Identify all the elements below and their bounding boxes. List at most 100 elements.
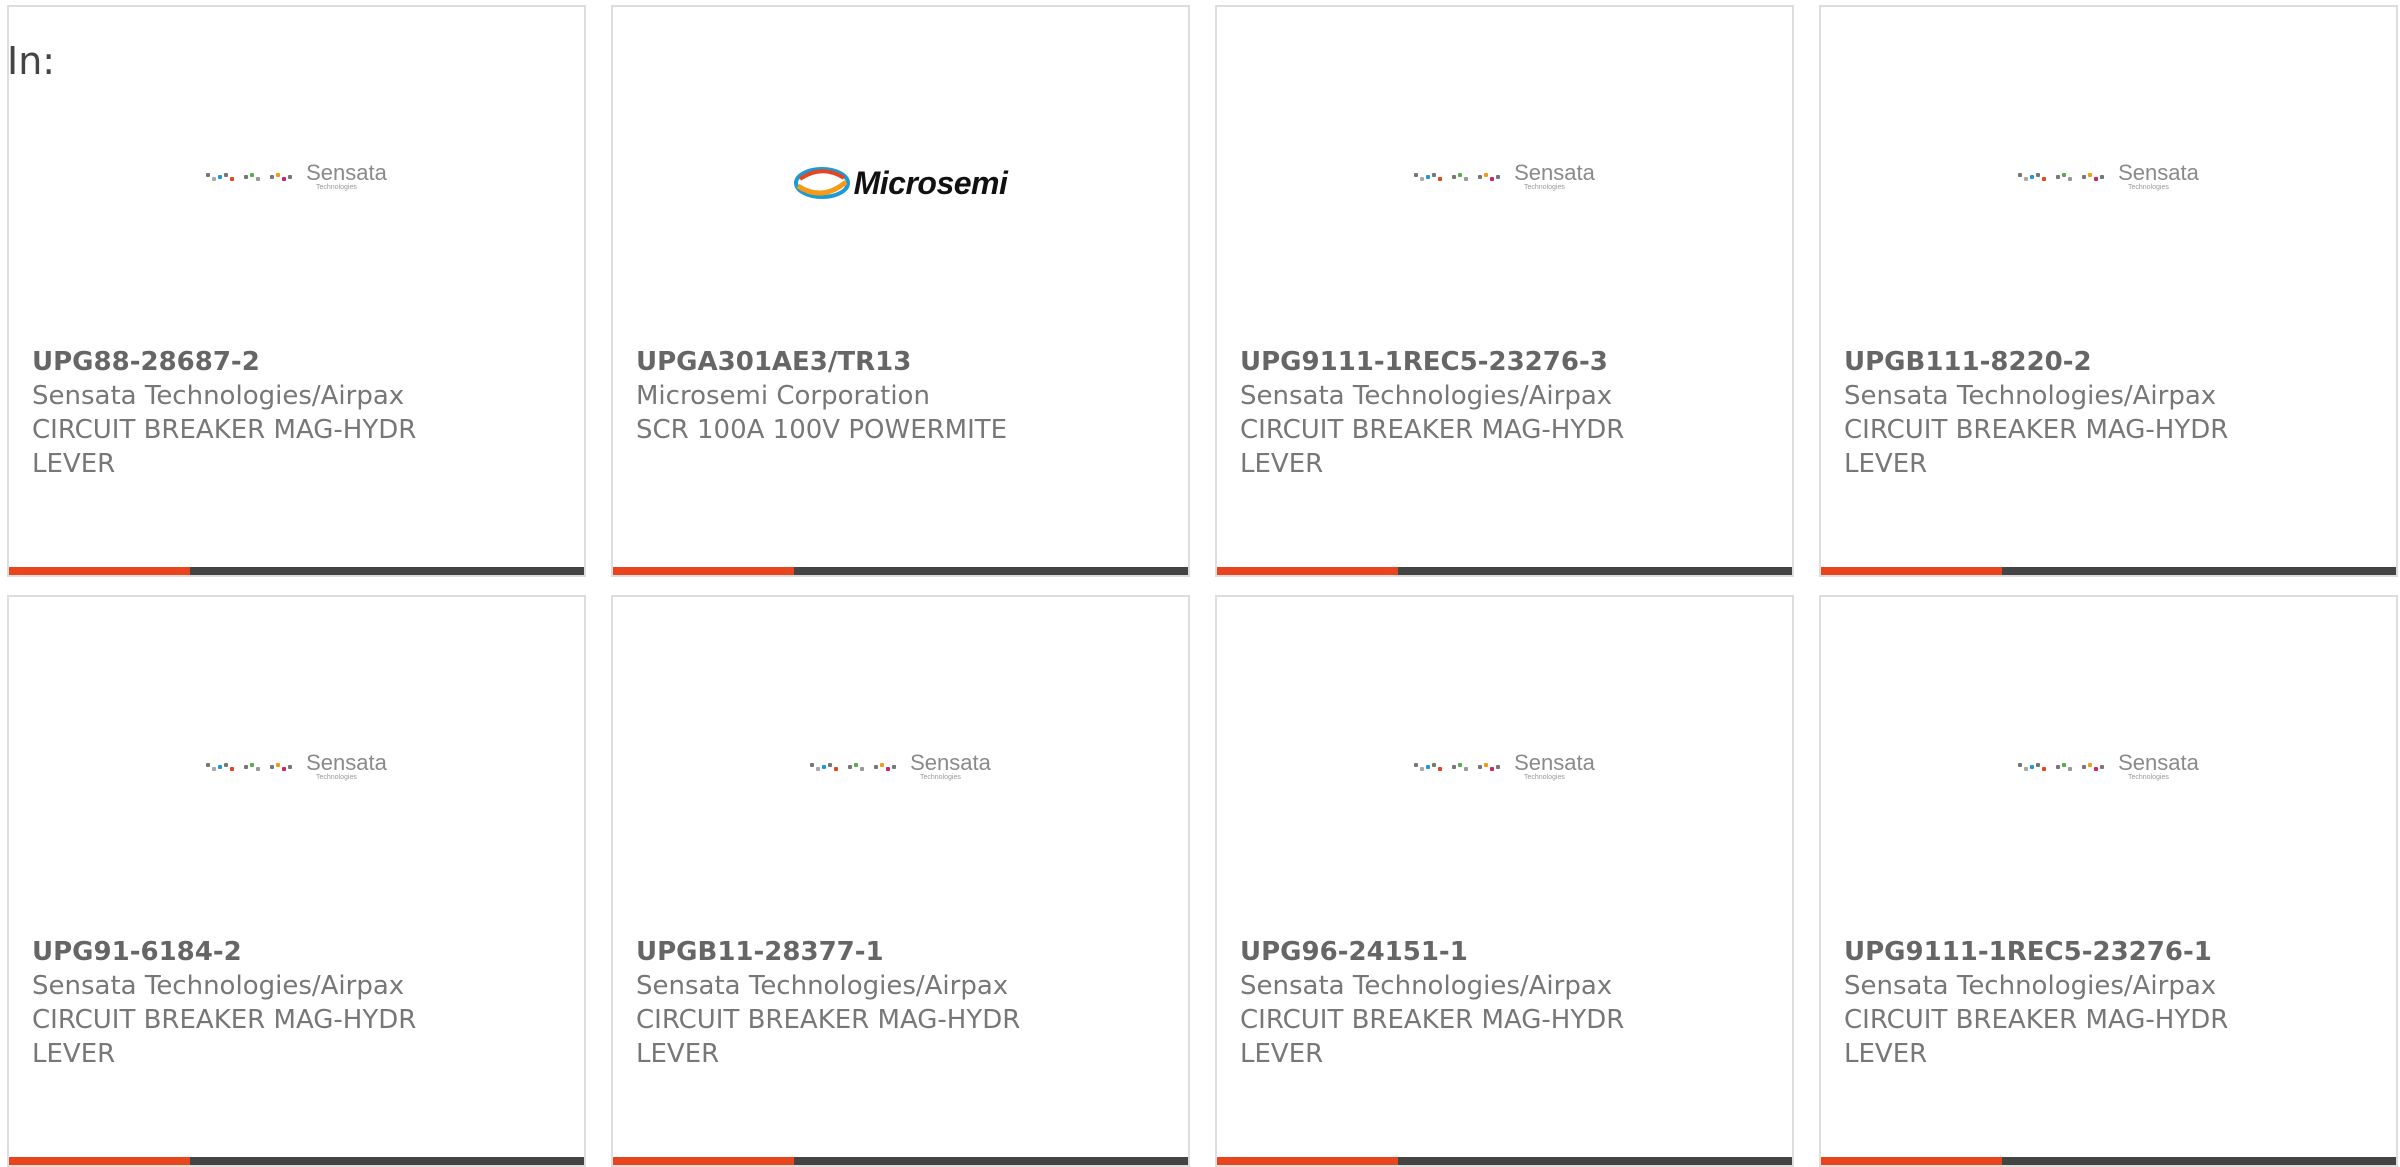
logo-dot <box>1414 763 1419 767</box>
part-number[interactable]: UPG88-28687-2 <box>32 345 564 379</box>
logo-dot <box>244 175 249 179</box>
logo-dot <box>1432 763 1437 767</box>
manufacturer-name: Sensata Technologies/Airpax <box>1844 381 2217 411</box>
sensata-logo: Sensata Technologies <box>1414 752 1595 782</box>
in-label: In: <box>7 39 56 83</box>
logo-dot <box>206 173 211 177</box>
part-number[interactable]: UPGB11-28377-1 <box>636 935 1168 969</box>
logo-dot <box>2082 765 2087 769</box>
logo-dot <box>282 767 287 771</box>
logo-dot <box>2082 175 2087 179</box>
product-description: CIRCUIT BREAKER MAG-HYDR LEVER <box>1844 1005 2229 1069</box>
product-card[interactable]: Sensata Technologies UPGB11-28377-1 Sens… <box>611 595 1190 1167</box>
logo-dot <box>2094 177 2099 181</box>
sensata-dots-icon <box>2018 763 2105 771</box>
logo-dot <box>1452 765 1457 769</box>
logo-subtext: Technologies <box>919 774 961 781</box>
logo-dot <box>834 767 839 771</box>
product-description: CIRCUIT BREAKER MAG-HYDR LEVER <box>1844 415 2229 479</box>
logo-dot <box>1426 765 1431 769</box>
manufacturer-name: Sensata Technologies/Airpax <box>1240 971 1613 1001</box>
manufacturer-logo: Sensata Technologies <box>1217 147 1792 207</box>
logo-dot <box>1496 175 1501 179</box>
manufacturer-logo: Sensata Technologies <box>613 737 1188 797</box>
logo-dot <box>1478 765 1483 769</box>
sensata-logo: Sensata Technologies <box>2018 162 2199 192</box>
logo-dot <box>1484 763 1489 767</box>
logo-dot <box>218 765 223 769</box>
logo-dot <box>256 177 261 181</box>
part-number[interactable]: UPGA301AE3/TR13 <box>636 345 1168 379</box>
part-number[interactable]: UPG9111-1REC5-23276-3 <box>1240 345 1772 379</box>
sensata-dots-icon <box>810 763 897 771</box>
card-accent-bar <box>9 1157 190 1165</box>
part-number[interactable]: UPGB111-8220-2 <box>1844 345 2376 379</box>
product-card[interactable]: Sensata Technologies UPG91-6184-2 Sensat… <box>7 595 586 1167</box>
logo-dot <box>2062 763 2067 767</box>
card-accent-bar <box>613 567 794 575</box>
logo-dot <box>1464 767 1469 771</box>
sensata-dots-icon <box>206 173 293 181</box>
logo-dot <box>1490 177 1495 181</box>
logo-subtext: Technologies <box>1523 774 1565 781</box>
card-accent-bar <box>1821 567 2002 575</box>
product-card[interactable]: Sensata Technologies UPG9111-1REC5-23276… <box>1819 595 2398 1167</box>
logo-dot <box>2030 765 2035 769</box>
logo-dot <box>816 767 821 771</box>
logo-dot <box>218 175 223 179</box>
product-description: CIRCUIT BREAKER MAG-HYDR LEVER <box>32 415 417 479</box>
logo-dot <box>2088 173 2093 177</box>
logo-subtext: Technologies <box>315 184 357 191</box>
manufacturer-logo: Sensata Technologies <box>1217 737 1792 797</box>
logo-dot <box>2018 173 2023 177</box>
logo-dot <box>828 763 833 767</box>
manufacturer-name: Sensata Technologies/Airpax <box>1844 971 2217 1001</box>
logo-dot <box>288 765 293 769</box>
logo-dot <box>2036 763 2041 767</box>
logo-text: Sensata <box>2118 160 2199 185</box>
logo-dot <box>1438 767 1443 771</box>
microsemi-swirl-icon <box>793 167 850 199</box>
logo-dot <box>1432 173 1437 177</box>
logo-dot <box>2100 175 2105 179</box>
logo-dot <box>2068 177 2073 181</box>
product-card[interactable]: Sensata Technologies UPG88-28687-2 Sensa… <box>7 5 586 577</box>
logo-dot <box>224 763 229 767</box>
logo-dot <box>244 765 249 769</box>
logo-dot <box>2094 767 2099 771</box>
card-accent-bar <box>613 1157 794 1165</box>
manufacturer-name: Sensata Technologies/Airpax <box>1240 381 1613 411</box>
product-card[interactable]: Sensata Technologies UPG96-24151-1 Sensa… <box>1215 595 1794 1167</box>
logo-dot <box>2056 765 2061 769</box>
manufacturer-logo: Microsemi <box>613 147 1188 207</box>
logo-dot <box>2036 173 2041 177</box>
logo-dot <box>276 763 281 767</box>
card-accent-bar <box>9 567 190 575</box>
sensata-dots-icon <box>1414 763 1501 771</box>
logo-dot <box>1496 765 1501 769</box>
logo-dot <box>1420 177 1425 181</box>
logo-dot <box>250 173 255 177</box>
part-number[interactable]: UPG9111-1REC5-23276-1 <box>1844 935 2376 969</box>
manufacturer-name: Sensata Technologies/Airpax <box>32 971 405 1001</box>
logo-dot <box>2018 763 2023 767</box>
logo-dot <box>276 173 281 177</box>
logo-dot <box>250 763 255 767</box>
manufacturer-logo: Sensata Technologies <box>1821 147 2396 207</box>
logo-dot <box>256 767 261 771</box>
microsemi-logo: Microsemi <box>793 165 1008 202</box>
logo-dot <box>1452 175 1457 179</box>
logo-dot <box>1420 767 1425 771</box>
logo-dot <box>1438 177 1443 181</box>
product-card[interactable]: Sensata Technologies UPGB111-8220-2 Sens… <box>1819 5 2398 577</box>
logo-dot <box>212 177 217 181</box>
logo-dot <box>1484 173 1489 177</box>
product-card[interactable]: Sensata Technologies UPG9111-1REC5-23276… <box>1215 5 1794 577</box>
part-number[interactable]: UPG96-24151-1 <box>1240 935 1772 969</box>
sensata-dots-icon <box>1414 173 1501 181</box>
product-card[interactable]: Microsemi UPGA301AE3/TR13 Microsemi Corp… <box>611 5 1190 577</box>
part-number[interactable]: UPG91-6184-2 <box>32 935 564 969</box>
logo-dot <box>270 175 275 179</box>
logo-dot <box>2042 177 2047 181</box>
product-description: SCR 100A 100V POWERMITE <box>636 415 1008 445</box>
